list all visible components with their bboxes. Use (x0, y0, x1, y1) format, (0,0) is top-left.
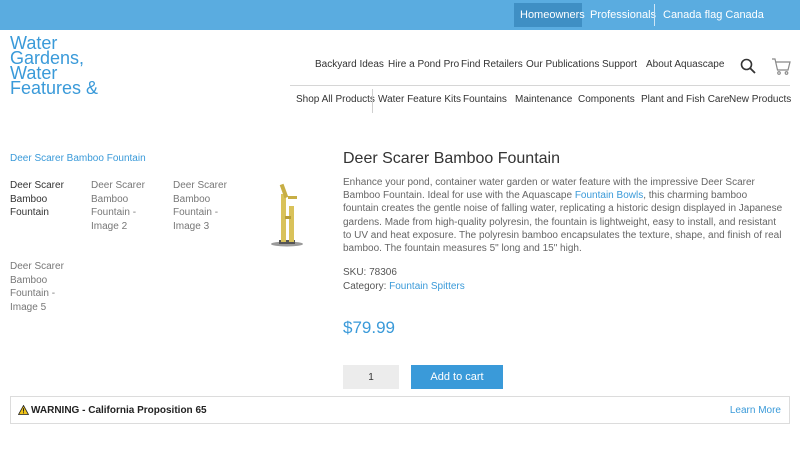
nav-plant-fish-care[interactable]: Plant and Fish Care (641, 94, 729, 110)
nav-water-feature-kits[interactable]: Water Feature Kits (378, 94, 461, 110)
gallery-thumb-3[interactable]: Deer Scarer Bamboo Fountain - Image 3 (173, 179, 243, 233)
category-link[interactable]: Fountain Spitters (389, 281, 465, 292)
nav-support[interactable]: Support (602, 59, 637, 75)
nav-shop-all-products[interactable]: Shop All Products (296, 94, 375, 110)
site-logo[interactable]: Water Gardens, Water Features & Ecosyste… (10, 36, 120, 96)
nav-secondary-divider (372, 89, 373, 113)
add-to-cart-button[interactable]: Add to cart (411, 365, 503, 389)
product-description: Enhance your pond, container water garde… (343, 176, 783, 255)
nav-fountains[interactable]: Fountains (463, 94, 507, 110)
nav-divider (290, 85, 790, 86)
warning-triangle-icon (18, 405, 29, 415)
nav-hire-pond-pro[interactable]: Hire a Pond Pro (388, 59, 459, 75)
nav-new-products[interactable]: New Products (729, 94, 791, 110)
gallery-thumb-1[interactable]: Deer Scarer Bamboo Fountain (10, 179, 80, 220)
professionals-link[interactable]: Professionals (584, 3, 656, 27)
gallery-thumb-4-image[interactable] (262, 176, 312, 248)
nav-our-publications[interactable]: Our Publications (526, 59, 599, 75)
top-bar: Homeowners Professionals Canada flag Can… (0, 0, 800, 30)
nav-find-retailers[interactable]: Find Retailers (461, 59, 523, 75)
gallery-breadcrumb[interactable]: Deer Scarer Bamboo Fountain (10, 153, 146, 164)
gallery-thumb-5[interactable]: Deer Scarer Bamboo Fountain - Image 5 (10, 260, 80, 314)
homeowners-link[interactable]: Homeowners (514, 3, 585, 27)
nav-maintenance[interactable]: Maintenance (515, 94, 572, 110)
gallery-thumb-2[interactable]: Deer Scarer Bamboo Fountain - Image 2 (91, 179, 161, 233)
nav-about-aquascape[interactable]: About Aquascape (646, 59, 724, 75)
prop65-warning: WARNING - California Proposition 65 Lear… (10, 396, 790, 424)
fountain-bowls-link[interactable]: Fountain Bowls (575, 190, 643, 201)
product-category: Category: Fountain Spitters (343, 281, 465, 292)
warning-text: WARNING - California Proposition 65 (31, 405, 207, 416)
product-title: Deer Scarer Bamboo Fountain (343, 150, 560, 167)
country-selector[interactable]: Canada flag Canada (657, 3, 800, 27)
learn-more-link[interactable]: Learn More (730, 405, 781, 416)
topbar-divider (654, 4, 655, 26)
quantity-input[interactable] (343, 365, 399, 389)
nav-backyard-ideas[interactable]: Backyard Ideas (315, 59, 384, 75)
product-price: $79.99 (343, 318, 395, 337)
nav-components[interactable]: Components (578, 94, 635, 110)
product-sku: SKU: 78306 (343, 267, 397, 278)
category-label: Category: (343, 281, 390, 292)
search-icon[interactable] (740, 58, 756, 74)
cart-icon[interactable] (771, 56, 791, 76)
